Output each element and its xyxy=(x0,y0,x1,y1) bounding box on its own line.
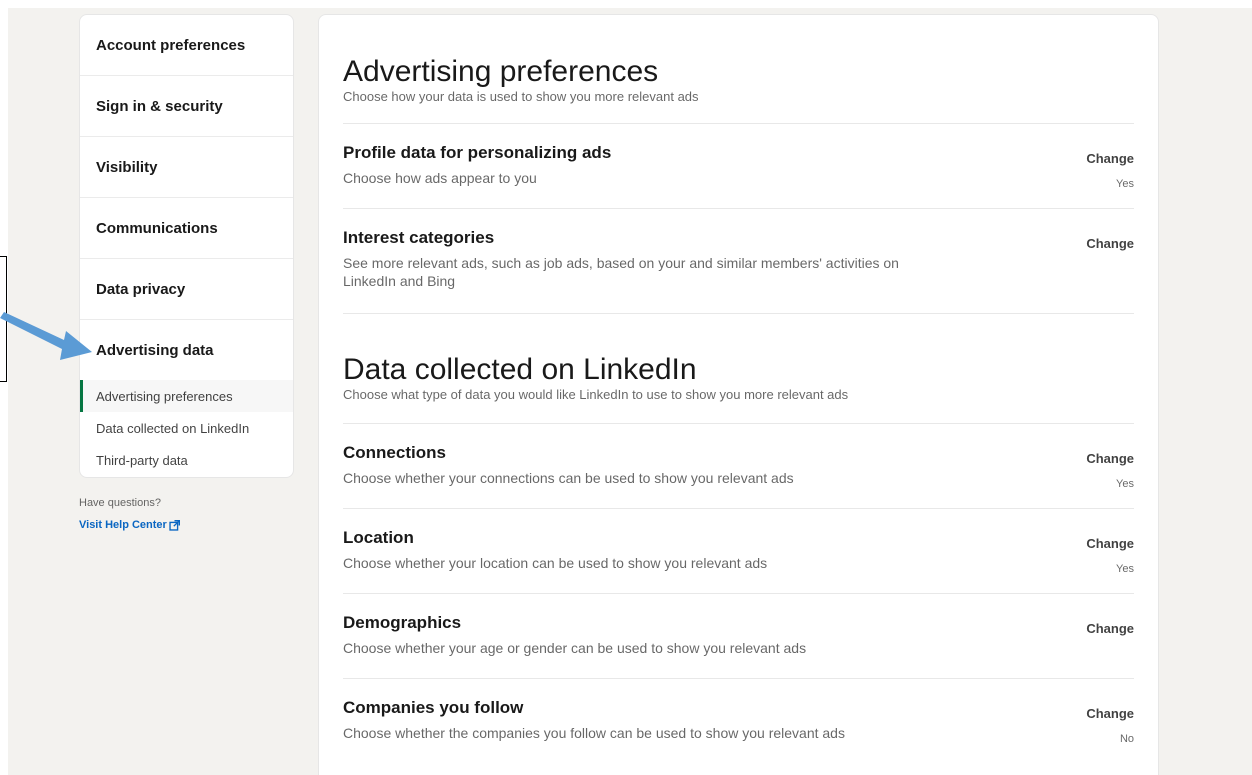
setting-title: Companies you follow xyxy=(343,698,524,717)
setting-description: Choose whether your connections can be u… xyxy=(343,470,794,486)
subnav-item-data-collected[interactable]: Data collected on LinkedIn xyxy=(80,412,293,444)
section-subtitle: Choose what type of data you would like … xyxy=(343,387,849,402)
settings-sidebar: Account preferences Sign in & security V… xyxy=(79,14,294,478)
sidebar-item-visibility[interactable]: Visibility xyxy=(80,137,293,198)
setting-value: No xyxy=(1119,733,1134,745)
sidebar-item-account-preferences[interactable]: Account preferences xyxy=(80,15,293,76)
change-button[interactable]: Change xyxy=(1086,536,1134,551)
setting-row-companies-you-follow[interactable]: Companies you follow Choose whether the … xyxy=(343,678,1134,745)
annotation-arrow-icon xyxy=(0,312,92,360)
setting-title: Profile data for personalizing ads xyxy=(343,143,612,162)
setting-title: Interest categories xyxy=(343,228,495,247)
setting-description: Choose how ads appear to you xyxy=(343,170,537,186)
section-title: Advertising preferences xyxy=(343,55,659,88)
setting-row-demographics[interactable]: Demographics Choose whether your age or … xyxy=(343,593,1134,657)
external-link-icon xyxy=(169,519,180,531)
main-content-card: Advertising preferences Choose how your … xyxy=(318,14,1159,775)
change-button[interactable]: Change xyxy=(1086,236,1134,251)
sidebar-subnav: Advertising preferences Data collected o… xyxy=(80,380,293,476)
change-button[interactable]: Change xyxy=(1086,706,1134,721)
setting-value: Yes xyxy=(1116,178,1134,190)
section-advertising-preferences: Advertising preferences Choose how your … xyxy=(343,55,699,104)
setting-row-location[interactable]: Location Choose whether your location ca… xyxy=(343,508,1134,575)
setting-description: Choose whether your location can be used… xyxy=(343,555,768,571)
setting-row-interest-categories[interactable]: Interest categories See more relevant ad… xyxy=(343,208,1134,290)
subnav-item-third-party-data[interactable]: Third-party data xyxy=(80,444,293,476)
setting-value: Yes xyxy=(1116,478,1134,490)
help-question: Have questions? xyxy=(79,497,161,509)
section-data-collected: Data collected on LinkedIn Choose what t… xyxy=(343,353,848,402)
setting-row-connections[interactable]: Connections Choose whether your connecti… xyxy=(343,423,1134,490)
setting-description: Choose whether your age or gender can be… xyxy=(343,640,807,656)
sidebar-item-communications[interactable]: Communications xyxy=(80,198,293,259)
change-button[interactable]: Change xyxy=(1086,151,1134,166)
help-center-link[interactable]: Visit Help Center xyxy=(79,519,180,531)
change-button[interactable]: Change xyxy=(1086,621,1134,636)
sidebar-item-sign-in-security[interactable]: Sign in & security xyxy=(80,76,293,137)
setting-value: Yes xyxy=(1116,563,1134,575)
section-title: Data collected on LinkedIn xyxy=(343,353,697,386)
setting-description: See more relevant ads, such as job ads, … xyxy=(343,255,899,289)
section-subtitle: Choose how your data is used to show you… xyxy=(343,89,699,104)
setting-row-profile-data[interactable]: Profile data for personalizing ads Choos… xyxy=(343,123,1134,190)
section-divider xyxy=(343,313,1134,314)
setting-title: Connections xyxy=(343,443,446,462)
setting-title: Location xyxy=(343,528,414,547)
setting-title: Demographics xyxy=(343,613,462,632)
help-center-label: Visit Help Center xyxy=(79,519,167,531)
subnav-item-advertising-preferences[interactable]: Advertising preferences xyxy=(80,380,293,412)
change-button[interactable]: Change xyxy=(1086,451,1134,466)
setting-description: Choose whether the companies you follow … xyxy=(343,725,845,741)
